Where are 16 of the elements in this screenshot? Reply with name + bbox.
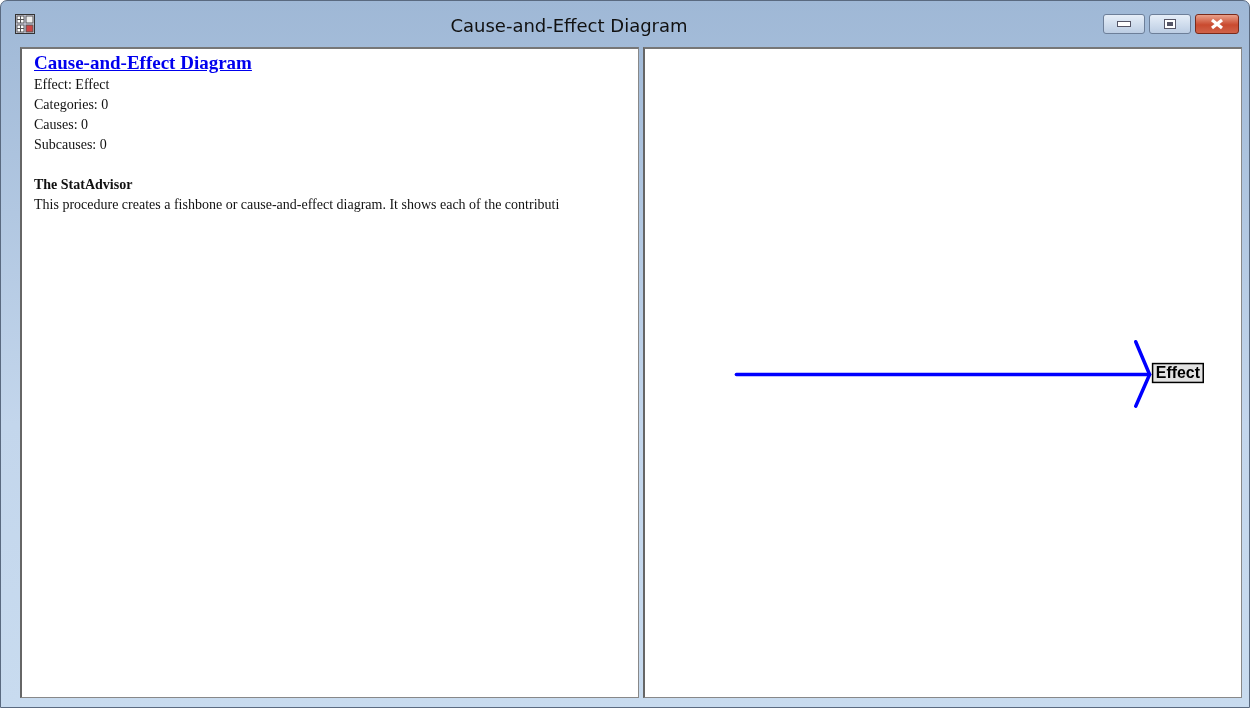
summary-line: Categories: 0 (34, 97, 109, 112)
close-icon (1210, 18, 1224, 30)
report-heading-link[interactable]: Cause-and-Effect Diagram (34, 52, 252, 73)
close-button[interactable] (1195, 14, 1239, 34)
summary-line: Subcauses: 0 (34, 137, 107, 152)
maximize-icon (1164, 19, 1176, 29)
app-icon (15, 14, 35, 34)
summary-line: Causes: 0 (34, 117, 89, 132)
maximize-button[interactable] (1149, 14, 1191, 34)
window-title: Cause-and-Effect Diagram (449, 13, 689, 38)
summary-line: Effect: Effect (34, 77, 110, 92)
effect-label: Effect (1151, 362, 1204, 384)
minimize-icon (1117, 21, 1131, 27)
minimize-button[interactable] (1103, 14, 1145, 34)
advisor-paragraph: This procedure creates a fishbone or cause-and-effect diagram. It shows each of the contributi (34, 197, 560, 212)
advisor-heading: The StatAdvisor (34, 177, 133, 192)
